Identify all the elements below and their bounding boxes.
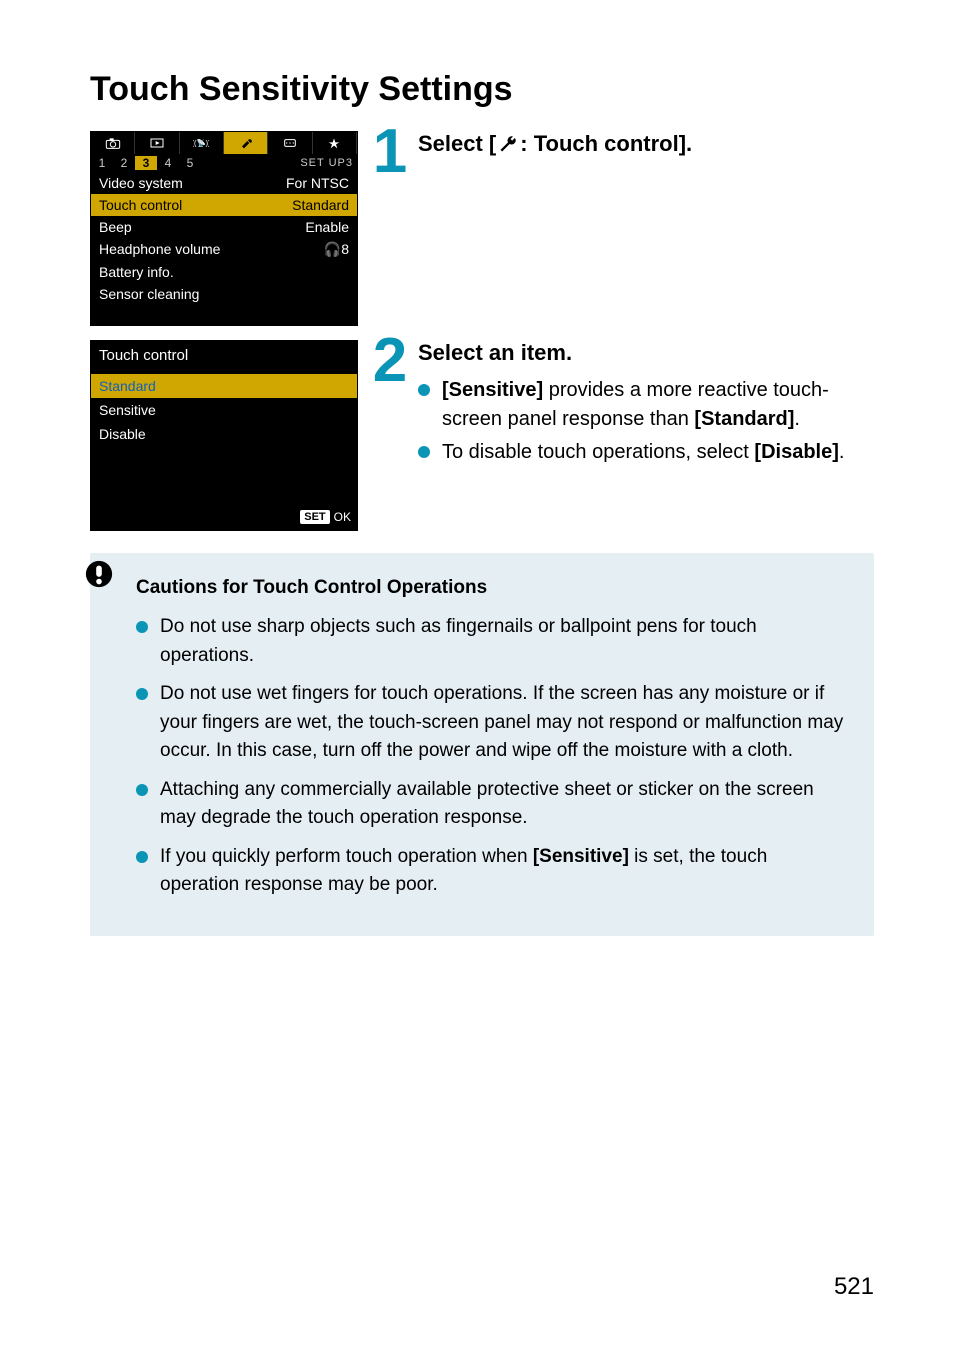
tab-wireless-icon: ((📡)) <box>180 132 224 154</box>
bullet-dot-icon <box>136 784 148 796</box>
caution-text: Do not use sharp objects such as fingern… <box>160 613 850 670</box>
tab-custom-icon <box>268 132 312 154</box>
caution-text: Do not use wet fingers for touch operati… <box>160 680 850 766</box>
page-title: Touch Sensitivity Settings <box>90 70 874 109</box>
menu-row: Battery info. <box>91 261 357 283</box>
caution-title: Cautions for Touch Control Operations <box>136 577 850 599</box>
option-row: Sensitive <box>91 398 357 422</box>
option-row: Standard <box>91 374 357 398</box>
set-badge: SET <box>300 510 329 524</box>
bullet-text: [Sensitive] provides a more reactive tou… <box>442 376 874 434</box>
subtab-page-label: SET UP3 <box>300 157 353 169</box>
caution-item: Do not use sharp objects such as fingern… <box>106 613 850 670</box>
caution-item: If you quickly perform touch operation w… <box>106 843 850 900</box>
menu-row: Sensor cleaning <box>91 283 357 305</box>
caution-text: If you quickly perform touch operation w… <box>160 843 850 900</box>
subtab-4: 4 <box>157 156 179 170</box>
caution-text: Attaching any commercially available pro… <box>160 776 850 833</box>
subtab-1: 1 <box>91 156 113 170</box>
camera-menu-screenshot-2: Touch control StandardSensitiveDisable S… <box>90 340 358 531</box>
menu-row: Touch controlStandard <box>91 194 357 216</box>
menu-row-label: Video system <box>99 175 286 191</box>
ok-label: OK <box>334 510 351 524</box>
step-2-numeral: 2 <box>370 336 410 386</box>
menu-row-value: 🎧8 <box>324 241 349 258</box>
tab-shoot-icon <box>91 132 135 154</box>
step-1-heading: Select [: Touch control]. <box>418 131 874 157</box>
wrench-icon <box>498 134 518 154</box>
menu-row: Video systemFor NTSC <box>91 172 357 194</box>
caution-item: Do not use wet fingers for touch operati… <box>106 680 850 766</box>
tab-mymenu-icon <box>313 132 357 154</box>
subtab-3: 3 <box>135 156 157 170</box>
bullet-dot-icon <box>136 851 148 863</box>
menu-row-value: For NTSC <box>286 175 349 191</box>
step-2-heading: Select an item. <box>418 340 874 366</box>
bullet-text: To disable touch operations, select [Dis… <box>442 438 874 467</box>
step-bullet: To disable touch operations, select [Dis… <box>418 438 874 467</box>
menu-row-label: Beep <box>99 219 305 235</box>
tab-playback-icon <box>135 132 179 154</box>
menu-tabbar: ((📡)) <box>91 132 357 154</box>
subtab-5: 5 <box>179 156 201 170</box>
bullet-dot-icon <box>136 688 148 700</box>
menu-row-label: Headphone volume <box>99 241 324 258</box>
screen2-footer: SET OK <box>91 506 357 530</box>
menu-row-label: Touch control <box>99 197 292 213</box>
subtab-2: 2 <box>113 156 135 170</box>
step-bullet: [Sensitive] provides a more reactive tou… <box>418 376 874 434</box>
tab-setup-icon <box>224 132 268 154</box>
screen2-title: Touch control <box>91 341 357 374</box>
step-1-numeral: 1 <box>370 127 410 177</box>
bullet-dot-icon <box>418 384 430 396</box>
menu-row-label: Battery info. <box>99 264 349 280</box>
option-row: Disable <box>91 422 357 446</box>
camera-menu-screenshot-1: ((📡)) 1 2 3 4 5 SET UP3 Vide <box>90 131 358 326</box>
menu-subtabs: 1 2 3 4 5 SET UP3 <box>91 154 357 172</box>
menu-row: BeepEnable <box>91 216 357 238</box>
caution-box: Cautions for Touch Control Operations Do… <box>90 553 874 936</box>
menu-row-label: Sensor cleaning <box>99 286 349 302</box>
page-number: 521 <box>834 1273 874 1301</box>
menu-row-value: Standard <box>292 197 349 213</box>
caution-icon <box>84 559 114 594</box>
bullet-dot-icon <box>418 446 430 458</box>
menu-row: Headphone volume🎧8 <box>91 238 357 261</box>
bullet-dot-icon <box>136 621 148 633</box>
caution-item: Attaching any commercially available pro… <box>106 776 850 833</box>
menu-row-value: Enable <box>305 219 349 235</box>
svg-text:((📡)): ((📡)) <box>193 138 209 148</box>
